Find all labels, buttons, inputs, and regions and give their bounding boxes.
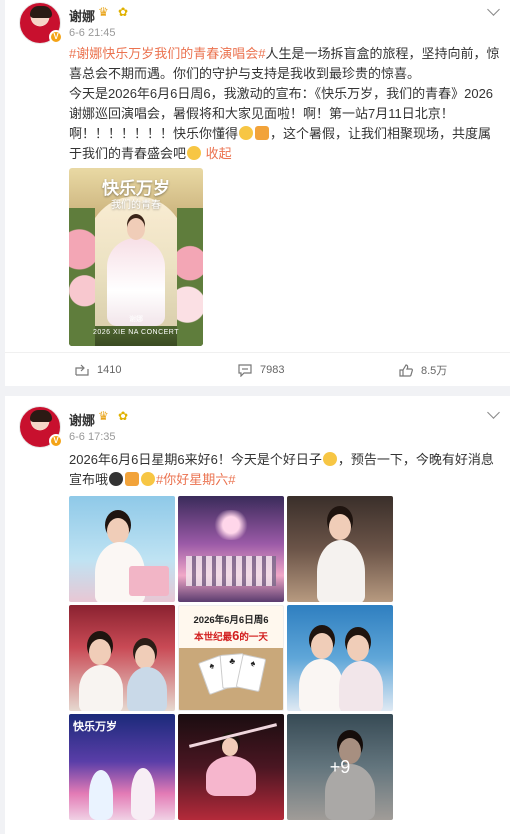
verified-badge-icon: V (49, 434, 63, 448)
sun-icon: ✿ (118, 409, 129, 423)
post-time[interactable]: 6-6 17:35 (69, 431, 115, 443)
photo-thumbnail[interactable] (69, 605, 175, 711)
smile-emoji-icon (322, 452, 337, 466)
smile-emoji-icon (187, 146, 202, 160)
verified-badge-icon: V (49, 30, 63, 44)
smile-emoji-icon (141, 472, 156, 486)
beer-emoji-icon (255, 126, 270, 140)
sunglasses-emoji-icon (109, 472, 124, 486)
post-time[interactable]: 6-6 21:45 (69, 27, 115, 39)
topic-link[interactable]: #谢娜快乐万岁我们的青春演唱会# (69, 46, 265, 61)
comment-icon (238, 363, 252, 377)
post-content: #谢娜快乐万岁我们的青春演唱会#人生是一场拆盲盒的旅程，坚持向前，惊喜总会不期而… (69, 44, 503, 164)
comment-button[interactable]: 7983 (238, 355, 284, 385)
collapse-link[interactable]: 收起 (206, 146, 232, 161)
username[interactable]: 谢娜 (69, 410, 95, 429)
photo-thumbnail[interactable]: +9 (287, 714, 393, 820)
chevron-down-icon[interactable] (487, 406, 500, 419)
post-text: 2026年6月6日星期6来好6！今天是个好日子 (69, 452, 322, 467)
divider (5, 352, 510, 353)
thumbs-up-icon (399, 363, 413, 377)
photo-thumbnail[interactable] (287, 496, 393, 602)
post-text: 啊！！！！！！！快乐你懂得 (69, 126, 239, 141)
photo-thumbnail[interactable] (178, 496, 284, 602)
photo-card-line2: 本世纪最6的一天 (194, 628, 268, 643)
username[interactable]: 谢娜 (69, 6, 95, 25)
grin-emoji-icon (239, 126, 254, 140)
post-card: V 谢娜 ♛ ✿ 6-6 21:45 #谢娜快乐万岁我们的青春演唱会#人生是一场… (5, 0, 510, 386)
concert-poster-image[interactable]: 快乐万岁 我们的青春 谢娜 2026 XIE NA CONCERT (69, 168, 203, 346)
poster-footer: 2026 XIE NA CONCERT (92, 329, 179, 336)
chevron-down-icon[interactable] (487, 3, 500, 16)
photo-thumbnail[interactable]: 快乐万岁 (69, 714, 175, 820)
beer-emoji-icon (125, 472, 140, 486)
topic-link[interactable]: #你好星期六# (156, 472, 235, 487)
action-bar: 1410 7983 8.5万 (5, 355, 510, 385)
like-count: 8.5万 (421, 365, 448, 377)
photo-thumbnail[interactable]: 2026年6月6日周6 本世纪最6的一天 ♠ ♣ ♠ (178, 605, 284, 711)
photo-thumbnail[interactable] (178, 714, 284, 820)
photo-thumbnail[interactable] (69, 496, 175, 602)
share-button[interactable]: 1410 (75, 355, 121, 385)
share-icon (75, 364, 89, 376)
more-photos-overlay[interactable]: +9 (287, 714, 393, 820)
post-card: V 谢娜 ♛ ✿ 6-6 17:35 2026年6月6日星期6来好6！今天是个好… (5, 396, 510, 834)
comment-count: 7983 (260, 364, 285, 376)
post-text: 今天是2026年6月6日周6，我激动的宣布：《快乐万岁，我们的青春》2026谢娜… (69, 86, 494, 121)
poster-signature: 谢娜 (129, 316, 143, 323)
photo-card-line1: 2026年6月6日周6 (193, 615, 269, 626)
crown-icon: ♛ (98, 409, 109, 423)
share-count: 1410 (97, 364, 122, 376)
photo-thumbnail[interactable] (287, 605, 393, 711)
crown-icon: ♛ (98, 5, 109, 19)
poster-subtitle: 我们的青春 (111, 200, 161, 211)
post-content: 2026年6月6日星期6来好6！今天是个好日子 ，预告一下，今晚有好消息宣布哦 #你… (69, 450, 503, 490)
sun-icon: ✿ (118, 5, 129, 19)
like-button[interactable]: 8.5万 (399, 355, 447, 385)
